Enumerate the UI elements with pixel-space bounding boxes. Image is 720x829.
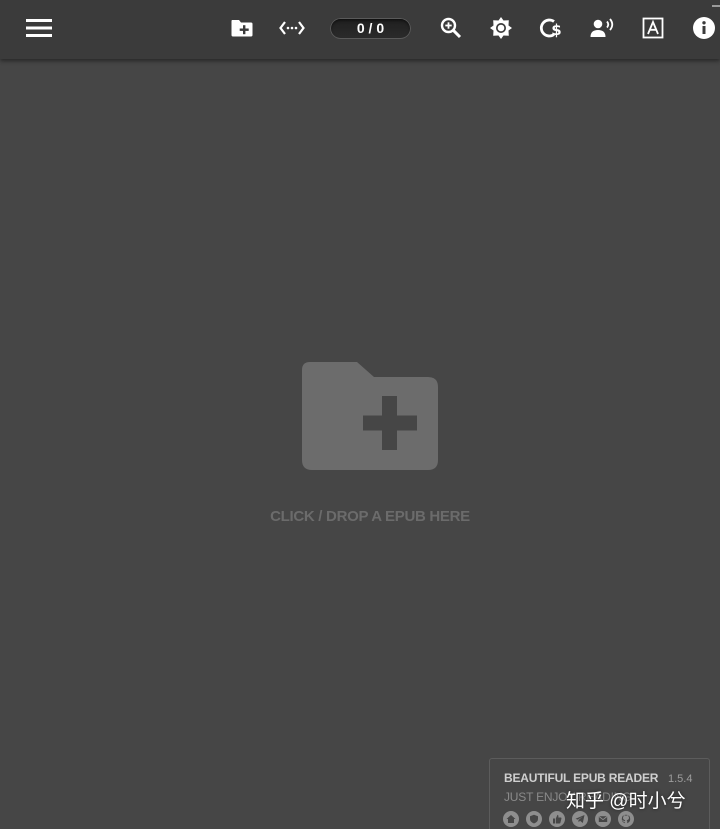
github-link[interactable] <box>618 811 634 827</box>
page-counter: 0 / 0 <box>330 18 411 39</box>
watermark-overlay: 知乎 @时小兮 <box>566 791 686 812</box>
drop-zone-label: CLICK / DROP A EPUB HERE <box>270 508 470 525</box>
page-width-button[interactable] <box>278 14 306 42</box>
open-folder-icon <box>231 20 253 37</box>
top-toolbar: 0 / 0 $ <box>0 0 720 59</box>
dollar-icon: $ <box>540 18 562 39</box>
page-width-icon <box>279 21 305 35</box>
info-icon <box>693 17 715 39</box>
telegram-icon <box>575 815 585 823</box>
open-file-button[interactable] <box>228 14 256 42</box>
epub-drop-zone[interactable]: CLICK / DROP A EPUB HERE <box>240 340 500 550</box>
info-button[interactable] <box>690 14 718 42</box>
telegram-link[interactable] <box>572 811 588 827</box>
home-link[interactable] <box>503 811 519 827</box>
window-edge-line <box>712 5 720 7</box>
shield-icon <box>530 814 538 824</box>
svg-text:$: $ <box>551 21 561 39</box>
app-window: 0 / 0 $ CLICK / DROP A EPUB HERE BEAUTIF… <box>0 0 720 829</box>
link-icon-row <box>503 811 634 827</box>
text-to-speech-icon <box>590 18 614 37</box>
zoom-button[interactable] <box>437 14 465 42</box>
font-icon <box>642 17 664 39</box>
app-version: 1.5.4 <box>668 773 693 785</box>
security-link[interactable] <box>526 811 542 827</box>
menu-icon <box>26 19 52 37</box>
email-link[interactable] <box>595 811 611 827</box>
text-to-speech-button[interactable] <box>589 14 617 42</box>
menu-button[interactable] <box>25 14 53 42</box>
email-icon <box>598 816 608 822</box>
donate-button[interactable]: $ <box>538 14 566 42</box>
add-folder-icon <box>302 362 438 470</box>
brightness-button[interactable] <box>487 14 515 42</box>
app-name: BEAUTIFUL EPUB READER <box>504 771 659 785</box>
brightness-icon <box>490 17 512 39</box>
home-icon <box>506 815 516 823</box>
zoom-icon <box>440 17 462 39</box>
like-link[interactable] <box>549 811 565 827</box>
thumbs-up-icon <box>553 814 562 824</box>
font-button[interactable] <box>639 14 667 42</box>
github-icon <box>621 814 631 824</box>
